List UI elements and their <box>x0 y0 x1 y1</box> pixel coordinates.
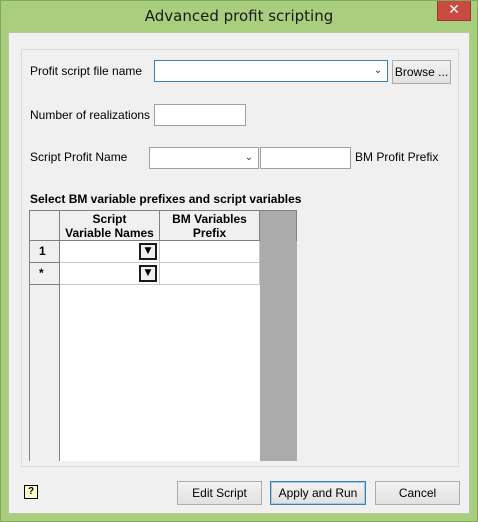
profit-script-file-combo[interactable]: ⌄ <box>154 60 388 82</box>
dropdown-arrow-icon[interactable]: ▼ <box>139 265 157 282</box>
grid-empty-area <box>260 241 297 461</box>
edit-script-button[interactable]: Edit Script <box>177 481 262 505</box>
apply-and-run-button[interactable]: Apply and Run <box>270 481 366 505</box>
profit-script-label: Profit script file name <box>30 64 143 78</box>
help-icon[interactable]: ? <box>24 485 38 499</box>
cancel-button[interactable]: Cancel <box>375 481 460 505</box>
grid-corner[interactable] <box>30 211 60 241</box>
window-title: Advanced profit scripting <box>144 7 334 25</box>
script-profit-name-combo[interactable]: ⌄ <box>149 147 259 169</box>
grid-section-title: Select BM variable prefixes and script v… <box>30 192 302 206</box>
bm-prefix-cell[interactable] <box>160 241 260 263</box>
row-header[interactable]: * <box>30 263 60 285</box>
realizations-label: Number of realizations <box>30 108 151 122</box>
row-header-gutter <box>30 285 60 461</box>
row-header[interactable]: 1 <box>30 241 60 263</box>
bm-profit-prefix-input[interactable] <box>260 147 351 169</box>
column-header-script-variable[interactable]: Script Variable Names <box>60 211 160 241</box>
browse-button[interactable]: Browse ... <box>392 60 451 84</box>
dialog-client-area: Profit script file name ⌄ Browse ... Num… <box>8 32 470 514</box>
column-header-label: Script Variable Names <box>65 212 154 240</box>
script-variable-cell[interactable]: ▼ <box>60 241 160 263</box>
column-header-bm-prefix[interactable]: BM Variables Prefix <box>160 211 260 241</box>
variables-grid[interactable]: Script Variable Names BM Variables Prefi… <box>29 210 297 461</box>
dropdown-arrow-icon[interactable]: ▼ <box>139 243 157 260</box>
script-variable-cell[interactable]: ▼ <box>60 263 160 285</box>
chevron-down-icon[interactable]: ⌄ <box>243 152 255 164</box>
chevron-down-icon[interactable]: ⌄ <box>372 65 384 77</box>
realizations-input[interactable] <box>154 104 246 126</box>
close-icon[interactable]: ✕ <box>437 1 471 21</box>
column-header-label: BM Variables Prefix <box>172 212 247 240</box>
title-bar[interactable]: Advanced profit scripting ✕ <box>1 1 477 32</box>
bm-prefix-cell[interactable] <box>160 263 260 285</box>
bm-profit-prefix-label: BM Profit Prefix <box>355 150 439 164</box>
dialog-window: Advanced profit scripting ✕ Profit scrip… <box>0 0 478 522</box>
script-profit-name-label: Script Profit Name <box>30 150 128 164</box>
